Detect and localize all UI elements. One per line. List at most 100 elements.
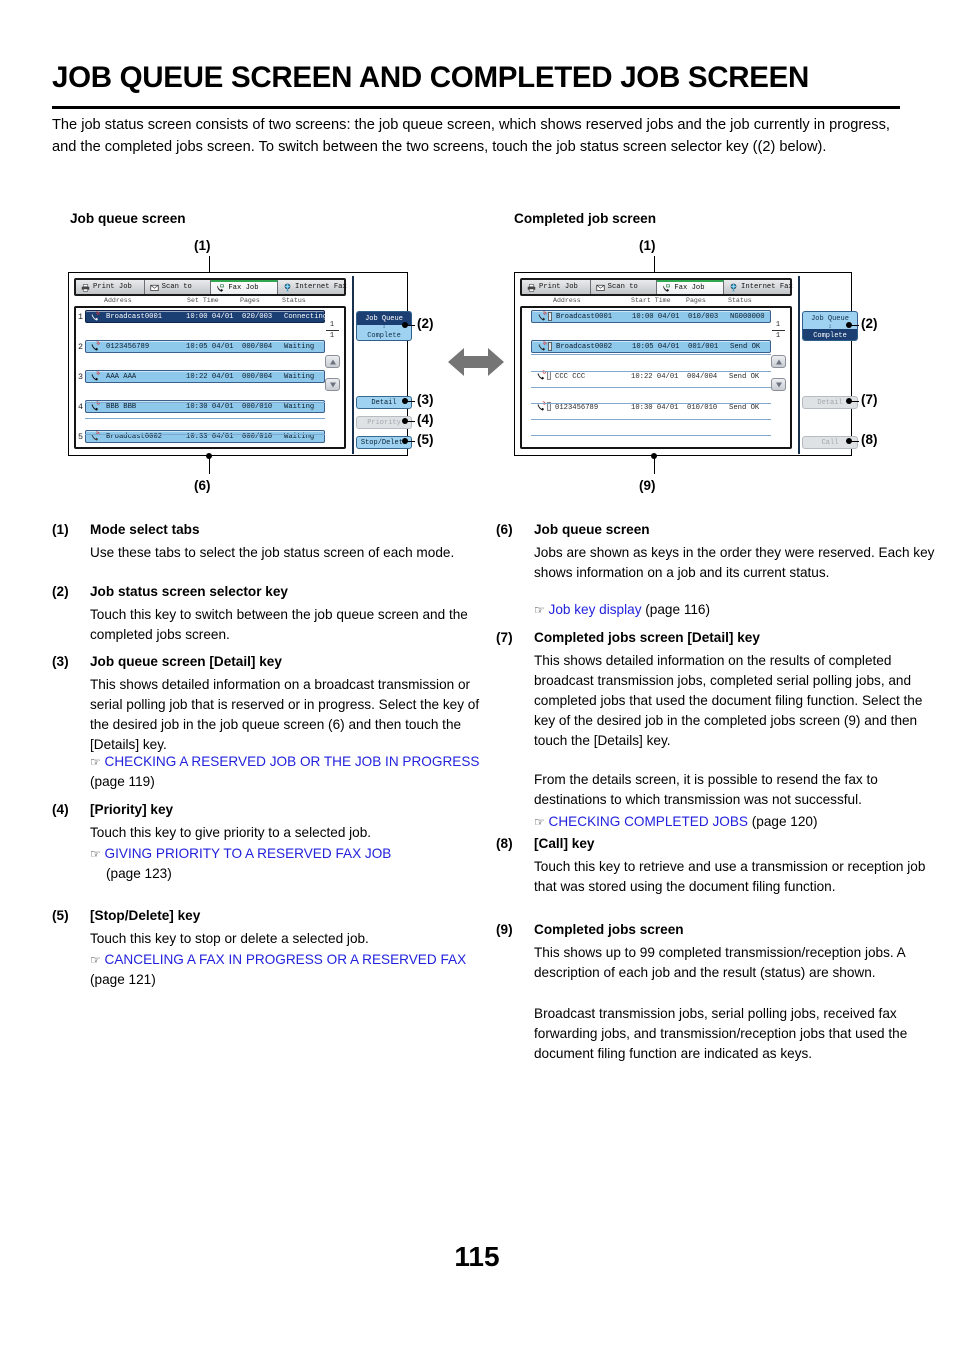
legend-item-2: (2) Job status screen selector key Touch… [52, 584, 472, 654]
table-row[interactable]: 1 Broadcast0001 10:00 04/01 020/003 Conn… [76, 310, 344, 325]
empty-row-divider [85, 418, 325, 419]
callout-7-right: (7) [861, 392, 878, 407]
cell-pages: 010/010 [687, 403, 718, 412]
completed-job-panel: Print Job Scan to Fax Job Internet Fax A… [514, 272, 858, 456]
tab-internet-fax[interactable]: Internet Fax [278, 280, 347, 294]
item-reference[interactable]: ☞ CHECKING A RESERVED JOB OR THE JOB IN … [90, 752, 490, 792]
callout-2-right: (2) [861, 316, 878, 331]
item-number: (4) [52, 802, 69, 817]
cell-status: Send OK [729, 372, 760, 381]
row-number: 2 [78, 342, 84, 352]
leader-line [405, 325, 415, 326]
item-body-2: Broadcast transmission jobs, serial poll… [534, 1006, 908, 1062]
item-reference[interactable]: ☞ CHECKING COMPLETED JOBS (page 120) [534, 812, 936, 832]
table-row[interactable]: 3 AAA AAA 10:22 04/01 000/004 Waiting [76, 370, 344, 385]
page-divider [771, 330, 785, 331]
empty-row-divider [531, 419, 771, 420]
legend-item-5: (5) [Stop/Delete] key Touch this key to … [52, 908, 472, 1008]
scroll-down-button[interactable] [325, 378, 340, 391]
reference-link[interactable]: Job key display [549, 602, 642, 617]
scroll-up-button[interactable] [771, 355, 786, 368]
item-body: Touch this key to retrieve and use a tra… [534, 859, 926, 895]
leader-line [405, 401, 415, 402]
item-body: Touch this key to give priority to a sel… [90, 825, 372, 840]
col-address: Address [104, 297, 132, 304]
legend-item-7: (7) Completed jobs screen [Detail] key T… [496, 630, 922, 836]
legend-item-1: (1) Mode select tabs Use these tabs to s… [52, 522, 472, 584]
mode-select-tabs[interactable]: Print Job Scan to Fax Job Internet Fax [74, 278, 347, 296]
callout-9-right: (9) [639, 478, 656, 493]
tab-fax-job[interactable]: Fax Job [211, 280, 279, 294]
item-body: Jobs are shown as keys in the order they… [534, 545, 935, 581]
col-pages: Pages [686, 297, 706, 304]
legend-item-3: (3) Job queue screen [Detail] key This s… [52, 654, 479, 802]
empty-row-divider [531, 387, 771, 388]
cell-address: Broadcast0001 [556, 312, 613, 321]
cell-address: Broadcast0002 [556, 342, 613, 351]
table-row[interactable]: 2 0123456789 10:05 04/01 000/004 Waiting [76, 340, 344, 355]
item-number: (7) [496, 630, 513, 645]
scroll-up-button[interactable] [325, 355, 340, 368]
cell-address: 0123456789 [106, 342, 150, 351]
leader-line [405, 421, 415, 422]
completed-jobs-screen[interactable]: Broadcast0001 10:00 04/01 010/003 NG0000… [520, 306, 792, 449]
empty-row-divider [531, 403, 771, 404]
job-key[interactable]: AAA AAA 10:22 04/01 000/004 Waiting [85, 370, 325, 383]
selector-complete[interactable]: Complete [357, 329, 411, 340]
reference-page: (page 123) [106, 866, 172, 882]
item-heading: Job status screen selector key [90, 584, 288, 599]
internet-fax-icon [729, 283, 738, 292]
job-key[interactable]: Broadcast0001 10:00 04/01 020/003 Connec… [85, 310, 327, 323]
callout-6-left: (6) [194, 478, 211, 493]
reference-link[interactable]: CANCELING A FAX IN PROGRESS OR A RESERVE… [105, 952, 467, 967]
table-row[interactable]: 5 Broadcast0002 10:33 04/01 000/010 Wait… [76, 430, 344, 445]
tab-scan-to[interactable]: Scan to [144, 280, 212, 294]
callout-8-right: (8) [861, 432, 878, 447]
item-number: (5) [52, 908, 69, 923]
item-heading: Completed jobs screen [534, 922, 684, 937]
cell-status: Send OK [729, 403, 760, 412]
selector-complete[interactable]: Complete [803, 329, 857, 340]
job-queue-screen[interactable]: 1 Broadcast0001 10:00 04/01 020/003 Conn… [74, 306, 346, 449]
intro-paragraph: The job status screen consists of two sc… [52, 117, 890, 156]
job-key[interactable]: Broadcast0001 10:00 04/01 010/003 NG0000… [531, 310, 771, 323]
empty-row-divider [531, 371, 771, 372]
cell-address: 0123456789 [555, 403, 599, 412]
item-reference[interactable]: ☞ GIVING PRIORITY TO A RESERVED FAX JOB … [90, 844, 490, 884]
cell-address: AAA AAA [106, 372, 137, 381]
item-body: This shows detailed information on a bro… [90, 677, 480, 753]
tab-internet-fax[interactable]: Internet Fax [724, 280, 793, 294]
item-body: Touch this key to switch between the job… [90, 607, 468, 643]
tab-scan-to[interactable]: Scan to [590, 280, 658, 294]
table-row[interactable]: Broadcast0002 10:05 04/01 001/001 Send O… [522, 340, 790, 355]
job-key[interactable]: Broadcast0002 10:33 04/01 000/010 Waitin… [85, 430, 325, 443]
tab-label: Scan to [161, 283, 192, 291]
page-total: 1 [329, 332, 335, 340]
item-reference[interactable]: ☞ CANCELING A FAX IN PROGRESS OR A RESER… [90, 950, 480, 990]
legend-item-4: (4) [Priority] key Touch this key to giv… [52, 802, 472, 908]
scan-icon [596, 283, 605, 292]
reference-page: (page 119) [90, 774, 155, 790]
reference-link[interactable]: CHECKING COMPLETED JOBS [549, 814, 748, 829]
document-filing-icon [548, 342, 552, 352]
scroll-down-button[interactable] [771, 378, 786, 391]
reference-link[interactable]: CHECKING A RESERVED JOB OR THE JOB IN PR… [105, 754, 480, 769]
tab-print-job[interactable]: Print Job [76, 280, 145, 294]
reference-link[interactable]: GIVING PRIORITY TO A RESERVED FAX JOB [105, 846, 392, 861]
side-key-column [798, 276, 850, 454]
job-key[interactable]: 0123456789 10:05 04/01 000/004 Waiting [85, 340, 325, 353]
fax-icon [662, 283, 671, 293]
table-row[interactable]: CCC CCC 10:22 04/01 004/004 Send OK [522, 370, 790, 385]
tab-print-job[interactable]: Print Job [522, 280, 591, 294]
broadcast-icon [537, 341, 548, 351]
cell-time: 10:05 04/01 [186, 342, 234, 351]
item-heading: Mode select tabs [90, 522, 200, 537]
leader-line [209, 456, 210, 474]
left-figure-caption: Job queue screen [70, 211, 186, 226]
job-key[interactable]: Broadcast0002 10:05 04/01 001/001 Send O… [531, 340, 771, 353]
cell-time: 10:22 04/01 [631, 372, 679, 381]
mode-select-tabs[interactable]: Print Job Scan to Fax Job Internet Fax [520, 278, 793, 296]
table-row[interactable]: Broadcast0001 10:00 04/01 010/003 NG0000… [522, 310, 790, 325]
tab-fax-job[interactable]: Fax Job [657, 280, 725, 294]
item-reference[interactable]: ☞ Job key display (page 116) [534, 600, 936, 620]
